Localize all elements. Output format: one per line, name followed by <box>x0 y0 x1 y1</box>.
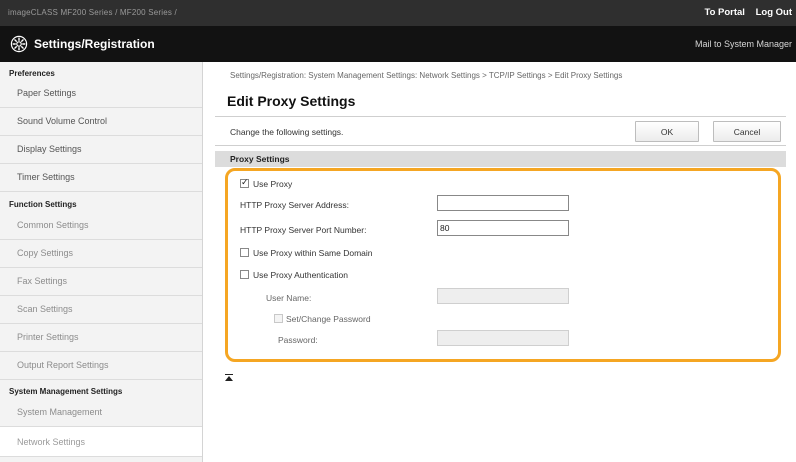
http-proxy-address-input[interactable] <box>437 195 569 211</box>
sidebar-item-scan-settings[interactable]: Scan Settings <box>0 296 202 324</box>
http-proxy-port-input[interactable]: 80 <box>437 220 569 236</box>
cancel-button[interactable]: Cancel <box>713 121 781 142</box>
settings-gear-icon <box>10 35 28 53</box>
back-to-top-icon[interactable] <box>225 374 235 382</box>
highlight-frame: Use Proxy HTTP Proxy Server Address: HTT… <box>225 168 781 362</box>
to-portal-link[interactable]: To Portal <box>704 7 744 18</box>
sidebar-item-common-settings[interactable]: Common Settings <box>0 212 202 240</box>
instruction-text: Change the following settings. <box>230 127 344 137</box>
sidebar-item-display-settings[interactable]: Display Settings <box>0 136 202 164</box>
user-name-label: User Name: <box>266 293 312 303</box>
user-name-input[interactable] <box>437 288 569 304</box>
use-proxy-label: Use Proxy <box>253 179 293 189</box>
set-change-password-checkbox[interactable] <box>274 314 283 323</box>
sidebar-item-system-management[interactable]: System Management <box>0 399 202 427</box>
ok-button[interactable]: OK <box>635 121 699 142</box>
mail-to-system-manager-link[interactable]: Mail to System Manager <box>695 39 792 49</box>
back-to-top-arrow <box>225 376 233 381</box>
sidebar-item-output-report-settings[interactable]: Output Report Settings <box>0 352 202 380</box>
http-proxy-address-label: HTTP Proxy Server Address: <box>240 200 349 210</box>
page-title: Edit Proxy Settings <box>227 93 356 109</box>
sidebar-item-copy-settings[interactable]: Copy Settings <box>0 240 202 268</box>
use-proxy-checkbox[interactable] <box>240 177 249 188</box>
sidebar-item-network-settings[interactable]: Network Settings <box>0 427 202 457</box>
set-change-password-label: Set/Change Password <box>286 314 371 324</box>
section-header: Proxy Settings <box>215 151 786 167</box>
sidebar: Preferences Paper Settings Sound Volume … <box>0 62 203 462</box>
top-bar: imageCLASS MF200 Series / MF200 Series /… <box>0 0 796 26</box>
sidebar-section-function-settings: Function Settings <box>9 200 77 209</box>
same-domain-label: Use Proxy within Same Domain <box>253 248 373 258</box>
proxy-authentication-label: Use Proxy Authentication <box>253 270 348 280</box>
top-links: To Portal Log Out <box>696 7 792 18</box>
back-to-top-bar <box>225 374 233 375</box>
sidebar-item-fax-settings[interactable]: Fax Settings <box>0 268 202 296</box>
same-domain-checkbox[interactable] <box>240 248 249 257</box>
breadcrumb: Settings/Registration: System Management… <box>230 71 623 80</box>
model-breadcrumb: imageCLASS MF200 Series / MF200 Series / <box>8 8 177 17</box>
header-title: Settings/Registration <box>34 37 155 51</box>
log-out-link[interactable]: Log Out <box>756 7 792 18</box>
sidebar-item-printer-settings[interactable]: Printer Settings <box>0 324 202 352</box>
header-bar: Settings/Registration Mail to System Man… <box>0 26 796 62</box>
instruction-bar: Change the following settings. OK Cancel <box>215 116 786 146</box>
password-input[interactable] <box>437 330 569 346</box>
section-title: Proxy Settings <box>230 154 290 164</box>
sidebar-item-timer-settings[interactable]: Timer Settings <box>0 164 202 192</box>
sidebar-section-preferences: Preferences <box>9 69 55 78</box>
http-proxy-port-label: HTTP Proxy Server Port Number: <box>240 225 367 235</box>
password-label: Password: <box>278 335 318 345</box>
proxy-authentication-checkbox[interactable] <box>240 270 249 279</box>
sidebar-item-sound-volume-control[interactable]: Sound Volume Control <box>0 108 202 136</box>
sidebar-item-paper-settings[interactable]: Paper Settings <box>0 80 202 108</box>
sidebar-section-system-management-settings: System Management Settings <box>9 387 123 396</box>
